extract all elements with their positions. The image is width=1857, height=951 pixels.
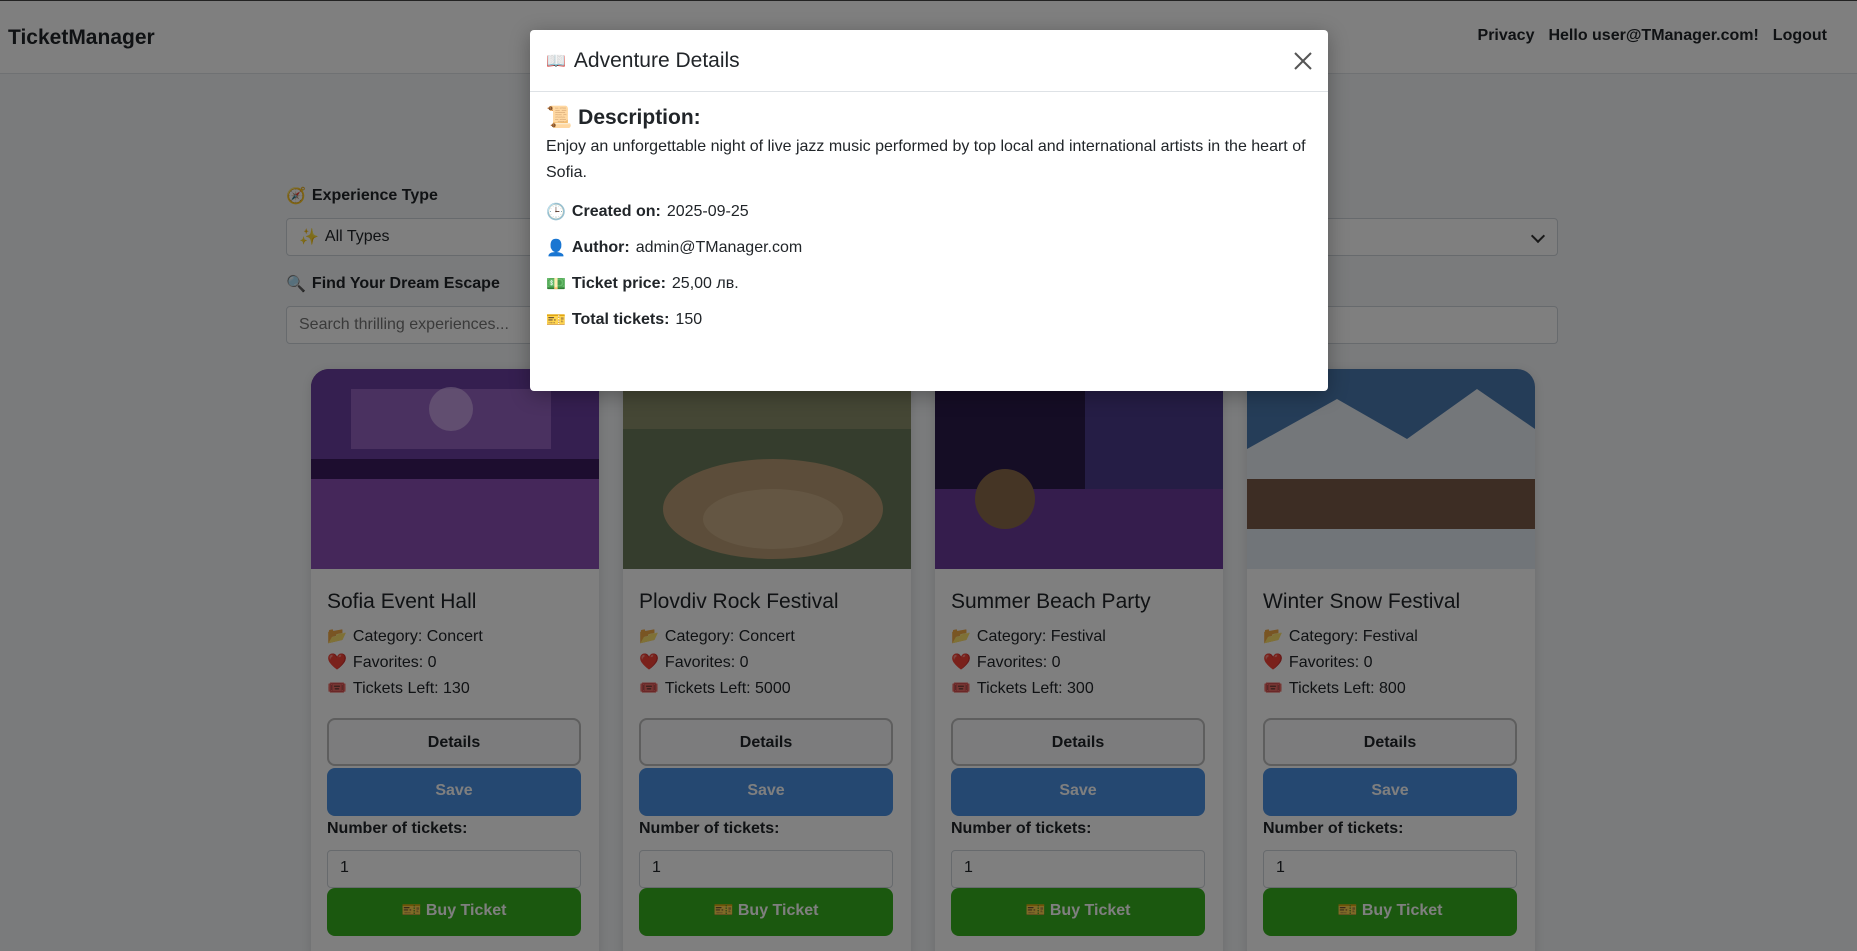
modal-body: 📜 Description: Enjoy an unforgettable ni…	[530, 92, 1328, 344]
book-icon: 📖	[546, 52, 566, 70]
created-on-row: 🕒 Created on: 2025-09-25	[546, 203, 749, 221]
ticket-icon: 🎫	[546, 312, 566, 329]
scroll-icon: 📜	[546, 106, 573, 129]
money-icon: 💵	[546, 276, 566, 293]
close-icon[interactable]	[1292, 50, 1314, 72]
adventure-details-modal: 📖 Adventure Details 📜 Description: Enjoy…	[530, 30, 1328, 391]
modal-title: Adventure Details	[573, 48, 740, 72]
description-heading: 📜 Description:	[546, 106, 701, 129]
total-tickets-row: 🎫 Total tickets: 150	[546, 311, 703, 329]
description-text: Enjoy an unforgettable night of live jaz…	[546, 138, 1306, 181]
author-row: 👤 Author: admin@TManager.com	[546, 239, 803, 257]
user-icon: 👤	[546, 240, 566, 257]
clock-icon: 🕒	[546, 204, 566, 221]
modal-header: 📖 Adventure Details	[530, 30, 1328, 92]
ticket-price-row: 💵 Ticket price: 25,00 лв.	[546, 275, 739, 293]
